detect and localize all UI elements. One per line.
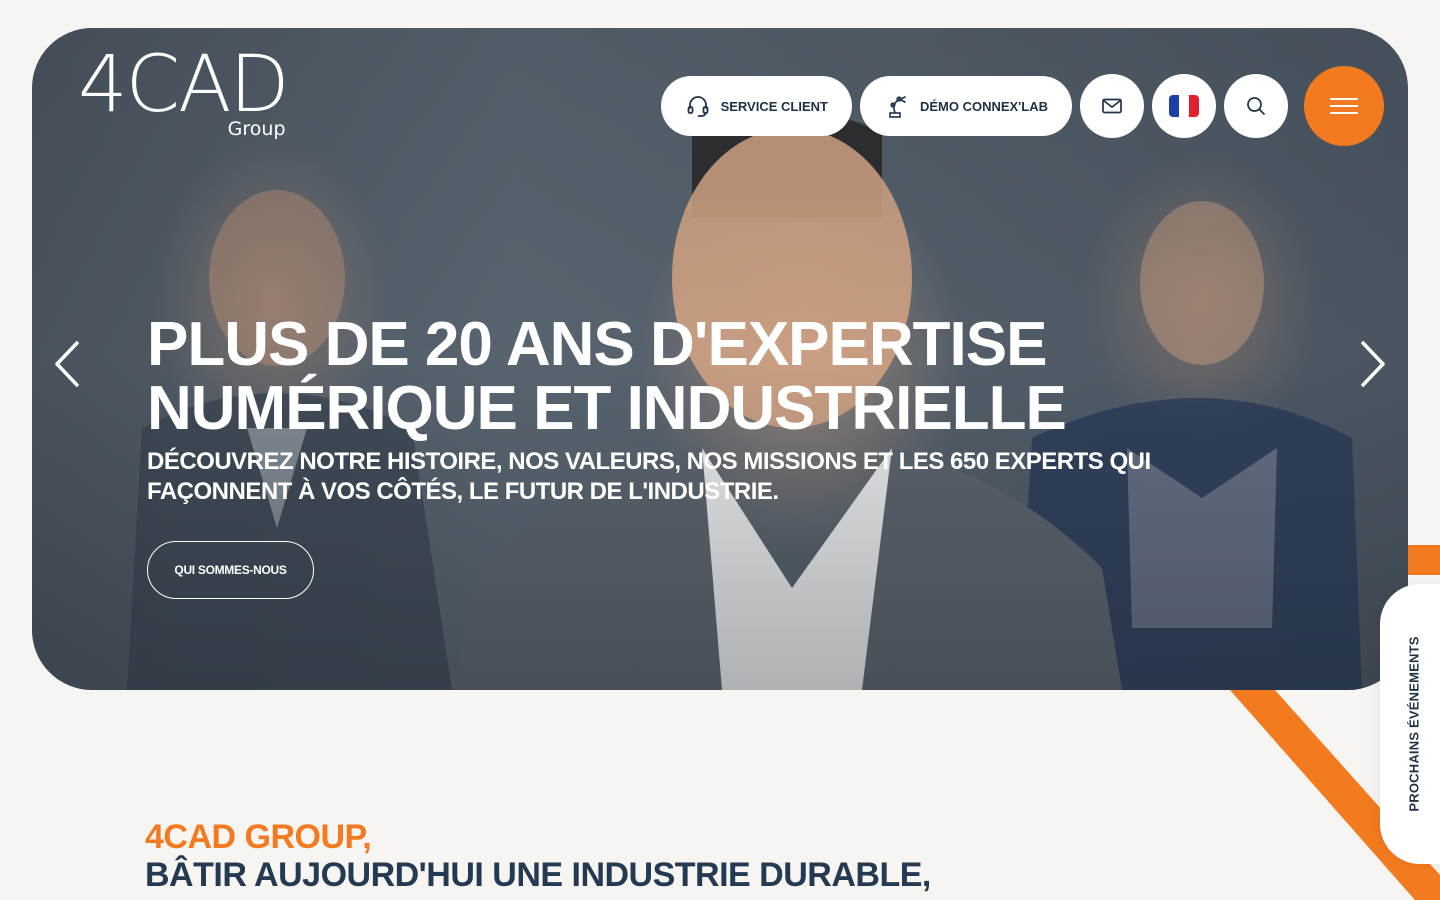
hero-content: PLUS DE 20 ANS D'EXPERTISE NUMÉRIQUE ET … — [147, 313, 1151, 599]
qui-sommes-nous-button[interactable]: QUI SOMMES-NOUS — [147, 541, 314, 599]
robot-arm-icon — [889, 96, 906, 118]
hero-subtitle-line: FAÇONNENT À VOS CÔTÉS, LE FUTUR DE L'IND… — [147, 478, 779, 505]
hero-title: PLUS DE 20 ANS D'EXPERTISE NUMÉRIQUE ET … — [147, 313, 1151, 441]
headset-icon — [687, 96, 708, 117]
intro-heading: 4CAD GROUP, BÂTIR AUJOURD'HUI UNE INDUST… — [145, 818, 931, 894]
intro-heading-accent: 4CAD GROUP, — [145, 818, 372, 856]
language-button[interactable] — [1152, 74, 1216, 138]
hamburger-menu-button[interactable] — [1304, 66, 1384, 146]
carousel-prev-button[interactable] — [46, 334, 86, 394]
service-client-label: SERVICE CLIENT — [720, 98, 828, 114]
chevron-right-icon — [1361, 341, 1385, 387]
hero-title-line: PLUS DE 20 ANS D'EXPERTISE — [147, 310, 1047, 379]
search-icon — [1247, 97, 1265, 115]
hero-title-line: NUMÉRIQUE ET INDUSTRIELLE — [147, 374, 1067, 443]
chevron-left-icon — [55, 341, 79, 387]
mail-icon — [1102, 98, 1122, 114]
demo-connexlab-button[interactable]: DÉMO CONNEX'LAB — [859, 76, 1072, 136]
header-actions: SERVICE CLIENT DÉMO CONNEX'LAB — [660, 66, 1384, 146]
french-flag-icon — [1169, 95, 1199, 117]
hero-subtitle-line: DÉCOUVREZ NOTRE HISTOIRE, NOS VALEURS, N… — [147, 448, 1151, 475]
service-client-button[interactable]: SERVICE CLIENT — [660, 76, 852, 136]
search-button[interactable] — [1224, 74, 1288, 138]
hamburger-icon — [1330, 105, 1358, 107]
carousel-next-button[interactable] — [1354, 334, 1394, 394]
company-logo[interactable]: 4CAD Group — [78, 40, 290, 140]
demo-connexlab-label: DÉMO CONNEX'LAB — [919, 98, 1048, 114]
intro-heading-main: BÂTIR AUJOURD'HUI UNE INDUSTRIE DURABLE, — [145, 856, 931, 894]
upcoming-events-label: PROCHAINS ÉVÉNEMENTS — [1406, 636, 1422, 812]
hamburger-icon — [1330, 112, 1358, 114]
hero-banner: 4CAD Group SERVICE CLIENT DÉMO CONNEX'LA… — [32, 28, 1408, 690]
upcoming-events-tab[interactable]: PROCHAINS ÉVÉNEMENTS — [1380, 584, 1440, 864]
logo-wordmark: 4CAD — [78, 40, 290, 130]
mail-button[interactable] — [1080, 74, 1144, 138]
hero-subtitle: DÉCOUVREZ NOTRE HISTOIRE, NOS VALEURS, N… — [147, 447, 1151, 507]
hamburger-icon — [1330, 98, 1358, 100]
